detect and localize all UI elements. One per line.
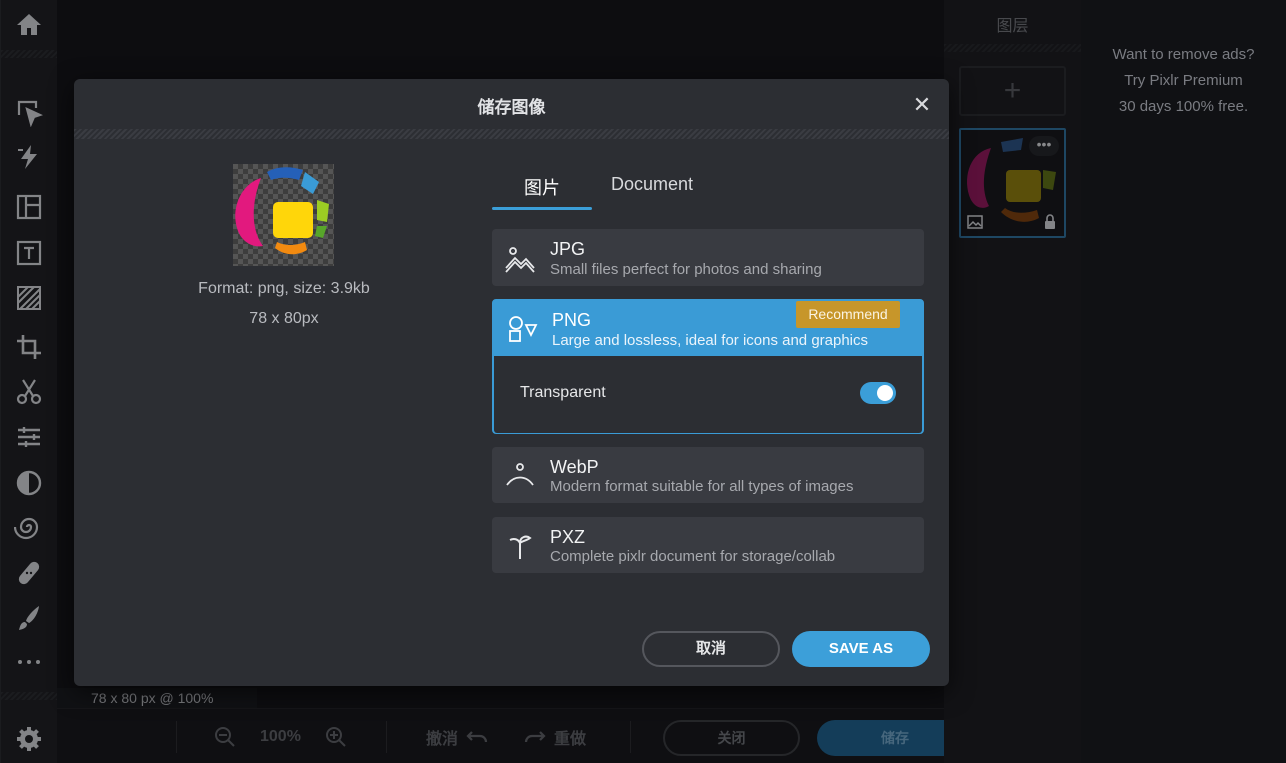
toolbar-divider	[1, 50, 58, 58]
cancel-button[interactable]: 取消	[642, 631, 780, 667]
landscape-icon	[505, 247, 535, 273]
pixlr-editor: 100% 撤消 重做 关闭 储存 78 x 80 px @ 100% 图层 +	[0, 0, 1286, 763]
format-option-png[interactable]: PNG Large and lossless, ideal for icons …	[492, 299, 924, 434]
cutout-icon[interactable]	[9, 372, 49, 412]
tab-document[interactable]: Document	[602, 174, 702, 210]
status-text: 78 x 80 px @ 100%	[57, 688, 257, 708]
bottom-bar: 100% 撤消 重做 关闭 储存	[57, 708, 1081, 763]
redo-button[interactable]: 重做	[524, 709, 586, 763]
layer-options-icon[interactable]: •••	[1029, 136, 1059, 156]
active-tab-indicator	[492, 207, 592, 210]
format-description: Complete pixlr document for storage/coll…	[550, 548, 836, 565]
pixlr-logo-preview	[235, 167, 329, 255]
layer-item[interactable]: •••	[959, 128, 1066, 238]
preview-format-info: Format: png, size: 3.9kb	[198, 280, 370, 297]
close-button[interactable]: 关闭	[663, 720, 800, 756]
format-description: Small files perfect for photos and shari…	[550, 261, 822, 278]
zoom-level: 100%	[260, 727, 301, 745]
layers-title: 图层	[996, 18, 1029, 35]
toggle-knob	[877, 385, 893, 401]
ad-panel[interactable]: Want to remove ads? Try Pixlr Premium 30…	[1081, 0, 1286, 763]
pixlr-icon	[509, 535, 532, 559]
format-description: Modern format suitable for all types of …	[550, 478, 854, 495]
filter-icon[interactable]	[9, 463, 49, 503]
liquify-icon[interactable]	[9, 507, 49, 547]
close-icon[interactable]: ✕	[910, 93, 934, 117]
ad-line: Want to remove ads?	[1112, 46, 1255, 63]
save-image-dialog: 储存图像 ✕ Format: png, size: 3.9kb 78 x 80p…	[74, 79, 949, 686]
preview-dimensions: 78 x 80px	[249, 310, 319, 327]
transparent-toggle[interactable]	[860, 382, 896, 404]
layout-icon[interactable]	[9, 187, 49, 227]
left-toolbar	[0, 0, 58, 763]
panel-divider	[944, 44, 1081, 52]
text-icon[interactable]	[9, 233, 49, 273]
settings-icon[interactable]	[9, 719, 49, 759]
format-option-pxz[interactable]: PXZ Complete pixlr document for storage/…	[492, 517, 924, 573]
ad-line: 30 days 100% free.	[1118, 98, 1249, 115]
heal-icon[interactable]	[9, 553, 49, 593]
format-name: PNG	[552, 310, 592, 330]
brush-icon[interactable]	[9, 598, 49, 638]
dialog-title: 储存图像	[477, 98, 546, 117]
undo-label: 撤消	[426, 730, 459, 748]
format-option-webp[interactable]: WebP Modern format suitable for all type…	[492, 447, 924, 503]
format-name: WebP	[550, 457, 599, 477]
format-description: Large and lossless, ideal for icons and …	[552, 332, 869, 349]
zoom-out-icon[interactable]	[214, 709, 236, 763]
png-settings: Transparent	[494, 356, 922, 433]
recommend-badge: Recommend	[796, 301, 900, 328]
undo-button[interactable]: 撤消	[426, 709, 488, 763]
image-preview	[233, 164, 334, 266]
crop-icon[interactable]	[9, 327, 49, 367]
transparent-label: Transparent	[520, 384, 606, 401]
format-option-jpg[interactable]: JPG Small files perfect for photos and s…	[492, 229, 924, 286]
adjust-icon[interactable]	[9, 417, 49, 457]
format-name: JPG	[550, 239, 586, 259]
arrange-icon[interactable]	[9, 92, 49, 132]
pattern-icon[interactable]	[9, 278, 49, 318]
divider	[630, 721, 631, 753]
image-layer-icon	[967, 215, 983, 229]
quick-select-icon[interactable]	[9, 137, 49, 177]
zoom-in-icon[interactable]	[325, 709, 347, 763]
redo-icon	[524, 730, 546, 742]
divider	[176, 721, 177, 753]
shapes-icon	[509, 316, 538, 342]
format-name: PXZ	[550, 527, 586, 547]
save-as-button[interactable]: SAVE AS	[792, 631, 930, 667]
lock-icon[interactable]	[1043, 214, 1057, 230]
add-layer-button[interactable]: +	[959, 66, 1066, 116]
ad-line: Try Pixlr Premium	[1124, 72, 1243, 89]
divider	[386, 721, 387, 753]
more-icon[interactable]	[9, 642, 49, 682]
layers-panel: 图层 + •••	[944, 0, 1081, 763]
redo-label: 重做	[554, 730, 587, 748]
webp-icon	[506, 463, 534, 486]
dialog-divider	[74, 129, 949, 139]
undo-icon	[466, 730, 488, 742]
home-icon[interactable]	[9, 4, 49, 44]
tab-image[interactable]: 图片	[492, 174, 592, 210]
toolbar-divider	[1, 692, 58, 700]
